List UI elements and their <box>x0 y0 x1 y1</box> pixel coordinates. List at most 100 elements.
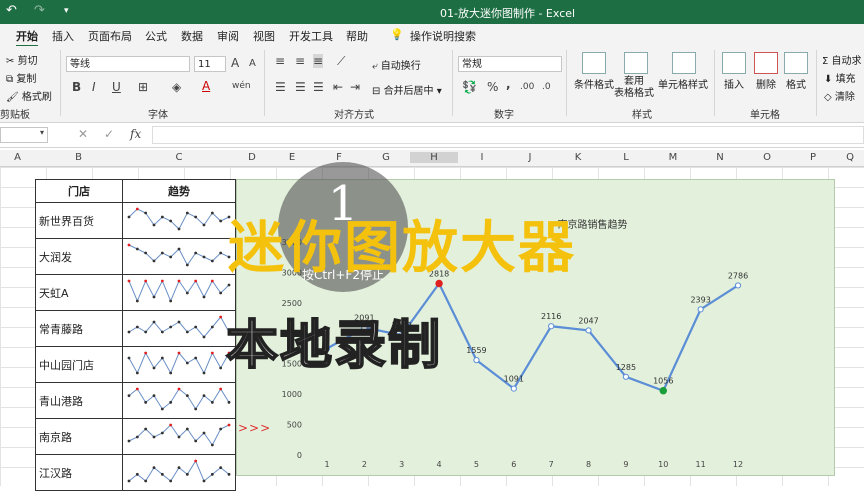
sparkline-point <box>194 251 198 255</box>
font-color-icon[interactable]: A <box>202 79 210 93</box>
format-painter-button[interactable]: 🖌 格式刷 <box>6 88 52 103</box>
cut-button[interactable]: ✂ 剪切 <box>6 52 38 67</box>
store-name[interactable]: 新世界百货 <box>35 202 123 239</box>
tab-insert[interactable]: 插入 <box>52 28 74 44</box>
number-format-select[interactable]: 常规 <box>458 56 562 72</box>
wrap-text-button[interactable]: ⤶ 自动换行 <box>372 57 421 72</box>
fx-icon[interactable]: fx <box>130 127 141 141</box>
store-name[interactable]: 南京路 <box>35 418 123 455</box>
group-cells: 单元格 <box>750 110 780 121</box>
delete-cells-label[interactable]: 删除 <box>756 76 776 91</box>
column-header-q[interactable]: Q <box>836 152 864 163</box>
align-left-icon[interactable]: ☰ <box>275 80 286 94</box>
align-right-icon[interactable]: ☰ <box>313 80 324 94</box>
percent-button[interactable]: % <box>487 80 498 94</box>
fill-color-icon[interactable]: ◈ <box>172 80 181 94</box>
tab-review[interactable]: 审阅 <box>217 28 239 44</box>
sparkline-cell[interactable] <box>122 454 236 491</box>
column-header-d[interactable]: D <box>236 152 268 163</box>
align-bottom-icon[interactable]: ≡ <box>313 54 324 68</box>
quick-access-dropdown-icon[interactable]: ▾ <box>64 6 69 16</box>
underline-button[interactable]: U <box>112 80 121 94</box>
border-icon[interactable]: ⊞ <box>138 80 148 94</box>
name-box-dropdown-icon[interactable]: ▾ <box>40 128 44 137</box>
redo-icon[interactable]: ↷ <box>34 3 45 18</box>
store-name[interactable]: 中山园门店 <box>35 346 123 383</box>
align-top-icon[interactable]: ≡ <box>275 54 285 68</box>
italic-button[interactable]: I <box>92 80 96 94</box>
format-cells-icon[interactable] <box>784 52 808 74</box>
clear-button[interactable]: ◇ 清除 <box>824 88 855 103</box>
fill-button[interactable]: ⬇ 填充 <box>824 70 856 85</box>
formula-input[interactable] <box>152 126 864 144</box>
autosum-button[interactable]: Σ 自动求 <box>822 52 862 67</box>
column-header-l[interactable]: L <box>602 152 650 163</box>
format-cells-label[interactable]: 格式 <box>786 76 806 91</box>
font-size-select[interactable]: 11 <box>194 56 226 72</box>
conditional-format-label[interactable]: 条件格式 <box>574 76 614 91</box>
column-header-c[interactable]: C <box>122 152 236 163</box>
increase-indent-icon[interactable]: ⇥ <box>350 80 360 94</box>
sparkline-cell[interactable] <box>122 346 236 383</box>
orientation-icon[interactable]: ⟋ <box>337 54 345 69</box>
undo-icon[interactable]: ↶ <box>6 3 17 18</box>
store-name[interactable]: 青山港路 <box>35 382 123 419</box>
store-name[interactable]: 天虹A <box>35 274 123 311</box>
sparkline-cell[interactable] <box>122 382 236 419</box>
tab-help[interactable]: 帮助 <box>346 28 368 44</box>
shrink-font-icon[interactable]: A <box>249 58 256 69</box>
enter-icon[interactable]: ✓ <box>104 127 114 141</box>
column-header-a[interactable]: A <box>0 152 35 163</box>
comma-button[interactable]: , <box>506 77 511 91</box>
tab-view[interactable]: 视图 <box>253 28 275 44</box>
tab-data[interactable]: 数据 <box>181 28 203 44</box>
decrease-decimal-button[interactable]: .0 <box>542 82 551 92</box>
column-header-o[interactable]: O <box>744 152 790 163</box>
column-header-p[interactable]: P <box>790 152 836 163</box>
store-name[interactable]: 常青藤路 <box>35 310 123 347</box>
font-name-select[interactable]: 等线 <box>66 56 190 72</box>
tab-formulas[interactable]: 公式 <box>145 28 167 44</box>
sparkline-point <box>177 227 181 231</box>
cancel-icon[interactable]: ✕ <box>78 127 88 141</box>
copy-button[interactable]: ⧉ 复制 <box>6 70 36 85</box>
grow-font-icon[interactable]: A <box>231 56 239 70</box>
insert-cells-label[interactable]: 插入 <box>724 76 744 91</box>
column-header-h[interactable]: H <box>410 152 458 163</box>
tab-developer[interactable]: 开发工具 <box>289 28 333 44</box>
delete-cells-icon[interactable] <box>754 52 778 74</box>
decrease-indent-icon[interactable]: ⇤ <box>333 80 343 94</box>
sparkline-cell[interactable] <box>122 418 236 455</box>
cell-styles-label[interactable]: 单元格样式 <box>658 76 708 91</box>
store-name[interactable]: 大润发 <box>35 238 123 275</box>
column-header-m[interactable]: M <box>650 152 696 163</box>
insert-cells-icon[interactable] <box>722 52 746 74</box>
increase-decimal-button[interactable]: .00 <box>520 82 534 92</box>
format-as-table-icon[interactable] <box>624 52 648 74</box>
lightbulb-icon: 💡 <box>390 28 404 41</box>
phonetic-icon[interactable]: wén <box>232 81 251 91</box>
tell-me-search[interactable]: 操作说明搜索 <box>410 28 476 44</box>
cell-styles-icon[interactable] <box>672 52 696 74</box>
conditional-format-icon[interactable] <box>582 52 606 74</box>
column-header-e[interactable]: E <box>268 152 316 163</box>
column-header-b[interactable]: B <box>35 152 122 163</box>
format-as-table-label[interactable]: 套用 表格格式 <box>614 76 654 100</box>
store-name[interactable]: 江汉路 <box>35 454 123 491</box>
column-header-k[interactable]: K <box>554 152 602 163</box>
column-header-n[interactable]: N <box>696 152 744 163</box>
sparkline-cell[interactable] <box>122 274 236 311</box>
bold-button[interactable]: B <box>72 80 81 94</box>
tab-home[interactable]: 开始 <box>16 28 38 47</box>
column-header-j[interactable]: J <box>506 152 554 163</box>
merge-center-button[interactable]: ⊟ 合并后居中 ▾ <box>372 82 442 97</box>
sparkline-cell[interactable] <box>122 310 236 347</box>
column-header-i[interactable]: I <box>458 152 506 163</box>
column-header-g[interactable]: G <box>362 152 410 163</box>
align-middle-icon[interactable]: ≡ <box>295 54 305 68</box>
align-center-icon[interactable]: ☰ <box>295 80 306 94</box>
sparkline-cell[interactable] <box>122 238 236 275</box>
currency-icon[interactable]: 💱 <box>462 80 477 94</box>
tab-page-layout[interactable]: 页面布局 <box>88 28 132 44</box>
sparkline-cell[interactable] <box>122 202 236 239</box>
